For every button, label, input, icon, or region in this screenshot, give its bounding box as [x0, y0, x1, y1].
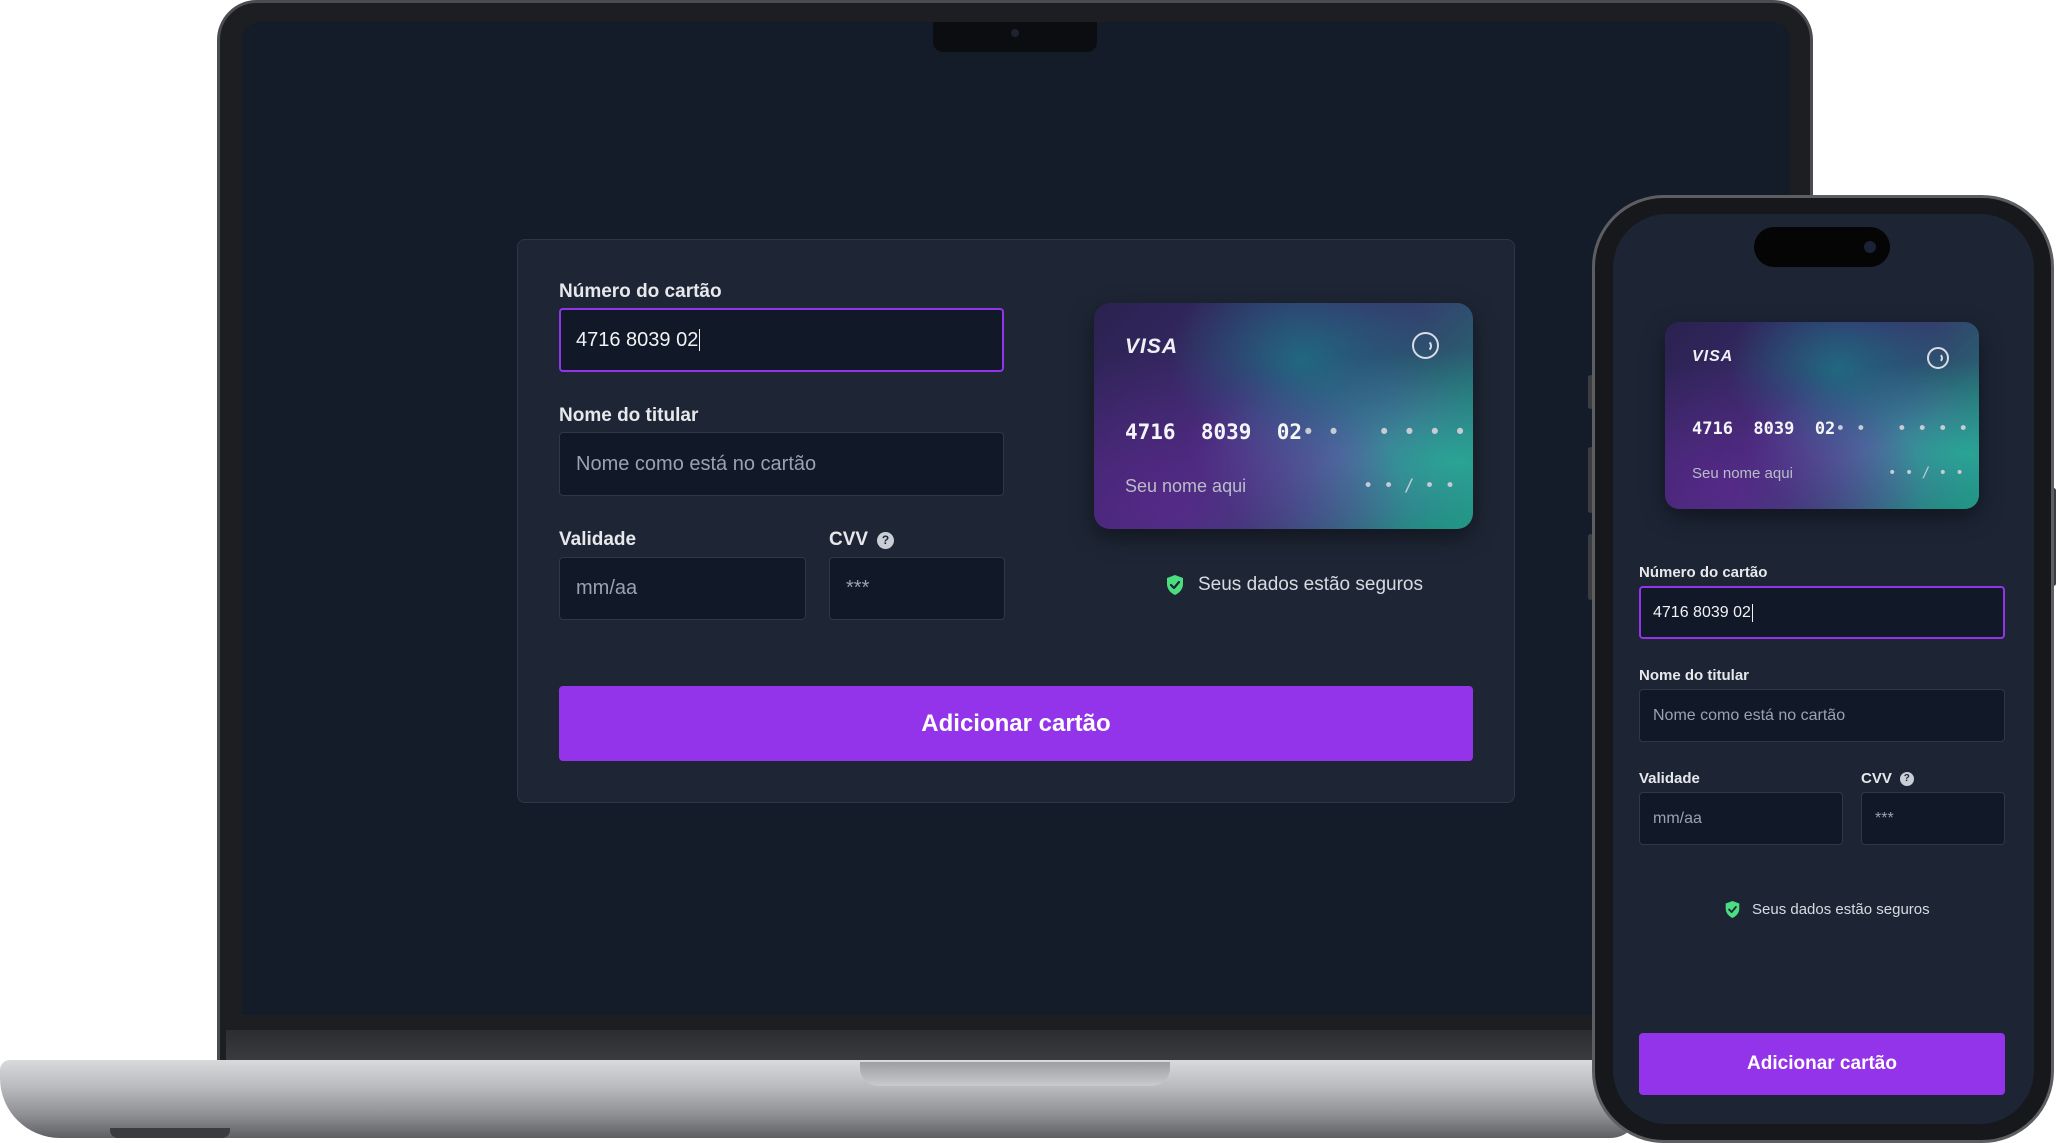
cvv-placeholder: *** [846, 577, 870, 599]
card-number-input[interactable]: 4716 8039 02 [559, 308, 1004, 372]
mobile-holder-name-input[interactable]: Nome como está no cartão [1639, 689, 2005, 742]
mobile-card-preview: VISA 4716 8039 02• • • • • • Seu nome aq… [1665, 322, 1979, 509]
laptop-notch [933, 22, 1097, 52]
mobile-text-caret [1751, 603, 1753, 622]
mobile-expiry-placeholder: mm/aa [1653, 809, 1702, 827]
secure-notice: Seus dados estão seguros [1165, 574, 1423, 596]
laptop-foot [110, 1128, 230, 1138]
secure-text: Seus dados estão seguros [1198, 574, 1423, 595]
holder-name-input[interactable]: Nome como está no cartão [559, 432, 1004, 496]
text-caret [699, 329, 701, 351]
phone-camera [1864, 241, 1876, 253]
laptop-base [0, 1060, 1640, 1138]
mobile-card-number-mask: • • • • • • [1835, 419, 1969, 439]
card-number-display: 4716 8039 02• • • • • • [1125, 420, 1466, 444]
mobile-secure-notice: Seus dados estão seguros [1724, 900, 1930, 919]
mobile-add-card-button[interactable]: Adicionar cartão [1639, 1033, 2005, 1095]
card-number-label: Número do cartão [559, 281, 722, 302]
mobile-contactless-icon [1927, 347, 1949, 369]
holder-name-placeholder: Nome como está no cartão [576, 452, 817, 475]
mobile-shield-check-icon [1725, 901, 1740, 918]
expiry-label: Validade [559, 529, 637, 550]
mobile-cvv-placeholder: *** [1875, 809, 1894, 827]
card-number-value: 4716 8039 02 [576, 328, 699, 351]
laptop-trackpad-groove [860, 1062, 1170, 1086]
contactless-icon [1412, 332, 1439, 359]
mobile-card-number-value: 4716 8039 02 [1653, 603, 1751, 621]
help-icon[interactable]: ? [877, 531, 895, 549]
device-mockup-stage: Número do cartão 4716 8039 02 Nome do ti… [0, 0, 2056, 1143]
card-number-typed: 4716 8039 02 [1125, 420, 1303, 444]
cvv-input[interactable]: *** [829, 557, 1005, 620]
expiry-placeholder: mm/aa [576, 577, 638, 599]
mobile-holder-name-label: Nome do titular [1639, 667, 1750, 684]
card-holder-display: Seu nome aqui [1125, 476, 1247, 496]
mobile-card-holder-display: Seu nome aqui [1692, 465, 1793, 482]
mobile-expiry-input[interactable]: mm/aa [1639, 792, 1843, 845]
visa-logo: VISA [1125, 335, 1179, 358]
card-preview: VISA 4716 8039 02• • • • • • Seu nome aq… [1094, 303, 1473, 529]
mobile-expiry-label: Validade [1639, 770, 1700, 787]
cvv-label-row: CVV ? [829, 529, 895, 551]
holder-name-label: Nome do titular [559, 405, 699, 426]
laptop-hinge [226, 1030, 1804, 1060]
mobile-card-number-display: 4716 8039 02• • • • • • [1692, 419, 1968, 439]
mobile-cvv-label: CVV [1861, 770, 1892, 787]
mobile-visa-logo: VISA [1692, 348, 1734, 365]
mobile-cvv-label-row: CVV ? [1861, 770, 1914, 787]
mobile-help-icon[interactable]: ? [1899, 771, 1914, 786]
mobile-card-number-input[interactable]: 4716 8039 02 [1639, 586, 2005, 639]
card-expiry-display: • • / • • [1363, 476, 1456, 496]
shield-check-icon [1167, 575, 1183, 595]
card-number-mask: • • • • • • [1302, 420, 1467, 444]
mobile-cvv-input[interactable]: *** [1861, 792, 2005, 845]
laptop-camera [1011, 29, 1019, 37]
mobile-card-number-label: Número do cartão [1639, 564, 1768, 581]
mobile-holder-name-placeholder: Nome como está no cartão [1653, 706, 1846, 724]
expiry-input[interactable]: mm/aa [559, 557, 806, 620]
mobile-card-number-typed: 4716 8039 02 [1692, 419, 1836, 439]
add-card-button[interactable]: Adicionar cartão [559, 686, 1473, 761]
mobile-secure-text: Seus dados estão seguros [1752, 901, 1930, 918]
mobile-card-expiry-display: • • / • • [1888, 465, 1964, 481]
cvv-label: CVV [829, 529, 869, 550]
